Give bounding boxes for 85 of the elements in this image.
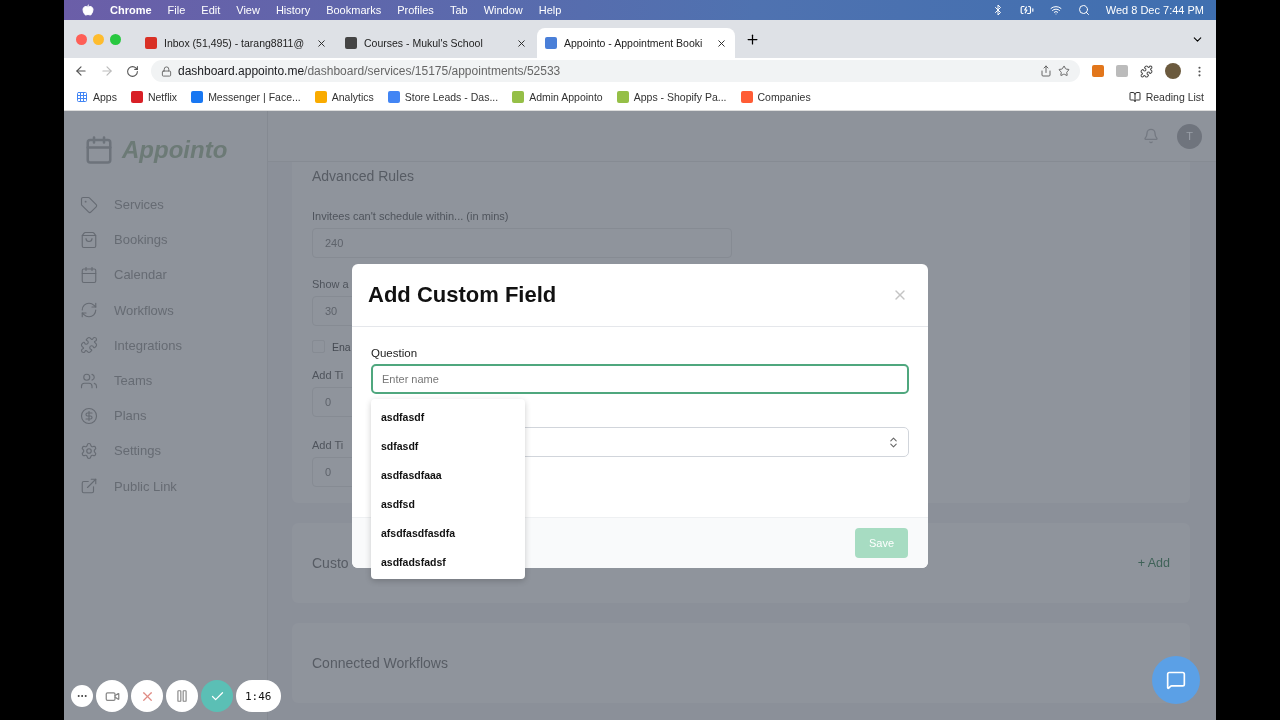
menu-item[interactable]: History xyxy=(275,4,311,16)
menu-item[interactable]: File xyxy=(167,4,186,16)
book-icon xyxy=(1128,91,1141,103)
pause-icon xyxy=(175,689,189,703)
site-icon xyxy=(387,91,400,103)
dollar-icon xyxy=(80,406,98,425)
users-icon xyxy=(80,371,98,390)
close-icon[interactable] xyxy=(516,37,527,49)
modal-title: Add Custom Field xyxy=(368,282,557,308)
checkbox-label: Ena xyxy=(332,340,351,353)
suggestion-item[interactable]: asdfsd xyxy=(371,489,525,518)
suggestion-item[interactable]: asdfasdf xyxy=(371,402,525,431)
bookmark[interactable]: Apps - Shopify Pa... xyxy=(616,91,727,103)
site-icon xyxy=(616,91,629,103)
share-icon[interactable] xyxy=(1040,65,1052,77)
favicon-icon xyxy=(545,37,557,49)
field-label: Question xyxy=(371,347,419,359)
site-icon xyxy=(314,91,327,103)
wifi-icon[interactable] xyxy=(1049,4,1062,16)
search-icon[interactable] xyxy=(1077,4,1090,16)
field-label: Invitees can't schedule within... (in mins) xyxy=(312,210,509,222)
browser-tab[interactable]: Courses - Mukul's School xyxy=(337,28,535,58)
menu-item[interactable]: Profiles xyxy=(397,4,434,16)
question-field[interactable]: Enter name xyxy=(371,364,909,394)
site-icon xyxy=(130,91,143,103)
calendar-icon xyxy=(80,265,98,284)
reading-list-button[interactable]: Reading List xyxy=(1128,91,1204,103)
field-label: Add Ti xyxy=(312,439,344,451)
favicon-icon xyxy=(145,37,157,49)
section-title: Connected Workflows xyxy=(312,655,448,671)
back-icon[interactable] xyxy=(74,64,88,78)
section-title: Advanced Rules xyxy=(312,168,415,184)
field-label: Show a xyxy=(312,278,349,290)
bookmark[interactable]: Store Leads - Das... xyxy=(387,91,499,103)
site-icon xyxy=(512,91,525,103)
menu-item[interactable]: Window xyxy=(483,4,523,16)
menu-item[interactable]: Chrome xyxy=(110,4,152,16)
chevron-icon xyxy=(887,435,900,449)
external-link-icon xyxy=(80,477,98,496)
bookmark[interactable]: Analytics xyxy=(314,91,374,103)
suggestion-item[interactable]: asdfadsfadsf xyxy=(371,547,525,576)
bookmark[interactable]: Admin Appointo xyxy=(512,91,603,103)
bag-icon xyxy=(80,230,98,249)
lock-icon xyxy=(161,65,172,77)
refresh-icon xyxy=(80,301,98,320)
calendar-logo-icon xyxy=(84,135,114,165)
address-field[interactable]: dashboard.appointo.me/dashboard/services/15175/appointments/52533 xyxy=(151,60,1080,82)
clock[interactable]: Wed 8 Dec 7:44 PM xyxy=(1105,4,1204,16)
forward-icon[interactable] xyxy=(100,64,114,78)
menu-item[interactable]: Edit xyxy=(201,4,221,16)
battery-icon[interactable] xyxy=(1019,3,1034,17)
new-tab-icon[interactable] xyxy=(745,31,760,47)
menu-item[interactable]: View xyxy=(236,4,260,16)
zoom-window-button[interactable] xyxy=(110,33,121,45)
timer: 1:46 xyxy=(236,680,281,712)
puzzle-icon xyxy=(80,336,98,355)
bookmark[interactable]: Companies xyxy=(740,91,811,103)
grid-icon xyxy=(76,91,88,103)
tag-icon xyxy=(80,195,98,214)
menu-item[interactable]: Bookmarks xyxy=(326,4,382,16)
menu-item[interactable]: Tab xyxy=(449,4,468,16)
browser-tab[interactable]: Appointo - Appointment Booki xyxy=(537,28,735,58)
suggestion-item[interactable]: afsdfasdfasdfa xyxy=(371,518,525,547)
puzzle-icon[interactable] xyxy=(1140,64,1153,78)
settings-icon xyxy=(80,441,98,460)
menu-item[interactable]: Help xyxy=(538,4,562,16)
apple-icon[interactable] xyxy=(82,4,94,16)
field-label: Add Ti xyxy=(312,369,344,381)
chat-icon xyxy=(1166,670,1186,690)
bookmark[interactable]: Netflix xyxy=(130,91,178,103)
section-title: Custo xyxy=(312,555,349,571)
close-icon[interactable] xyxy=(716,37,727,49)
site-icon xyxy=(740,91,753,103)
profile-avatar[interactable] xyxy=(1165,63,1181,79)
site-icon xyxy=(191,91,204,103)
star-icon[interactable] xyxy=(1058,65,1070,77)
bookmark[interactable]: Apps xyxy=(76,91,117,103)
reload-icon[interactable] xyxy=(126,64,139,78)
browser-tab[interactable]: Inbox (51,495) - tarang8811@ xyxy=(137,28,335,58)
suggestion-item[interactable]: sdfasdf xyxy=(371,431,525,460)
favicon-icon xyxy=(345,37,357,49)
close-window-button[interactable] xyxy=(76,33,87,45)
suggestion-item[interactable]: asdfasdfaaa xyxy=(371,460,525,489)
bookmark[interactable]: Messenger | Face... xyxy=(191,91,301,103)
close-icon[interactable] xyxy=(316,37,327,49)
